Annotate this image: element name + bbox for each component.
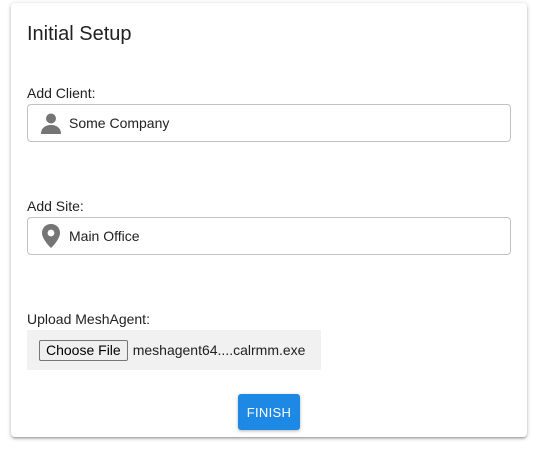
site-value: Main Office — [69, 228, 140, 244]
upload-meshagent-label: Upload MeshAgent: — [27, 311, 150, 327]
choose-file-button[interactable]: Choose File — [39, 339, 128, 361]
person-icon — [39, 111, 63, 135]
file-upload-box: Choose File meshagent64....calrmm.exe — [27, 330, 321, 370]
location-pin-icon — [39, 224, 63, 248]
finish-button[interactable]: FINISH — [238, 394, 300, 430]
selected-file-name: meshagent64....calrmm.exe — [132, 342, 306, 358]
initial-setup-card: Initial Setup Add Client: Some Company A… — [11, 3, 527, 437]
add-client-label: Add Client: — [27, 85, 96, 101]
card-title: Initial Setup — [27, 23, 132, 45]
add-site-label: Add Site: — [27, 198, 84, 214]
client-field[interactable]: Some Company — [27, 104, 511, 142]
client-value: Some Company — [69, 115, 170, 131]
site-field[interactable]: Main Office — [27, 217, 511, 255]
